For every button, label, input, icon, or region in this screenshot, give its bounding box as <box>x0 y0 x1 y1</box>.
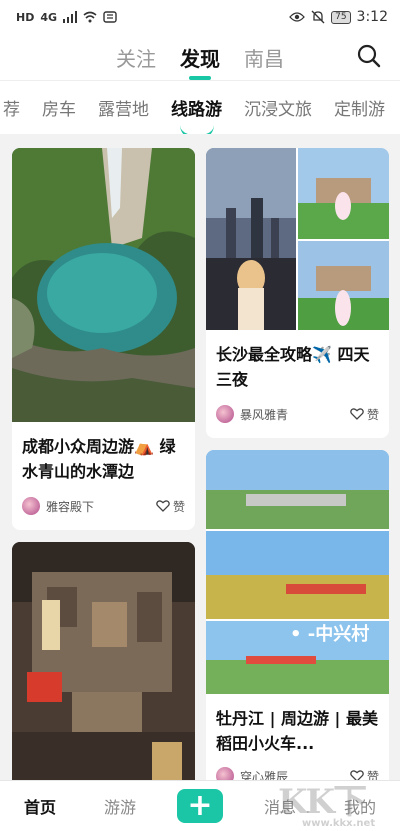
avatar[interactable] <box>22 497 40 515</box>
nav-publish[interactable]: + <box>160 789 240 823</box>
wifi-icon <box>83 11 97 23</box>
tab-nanchang[interactable]: 南昌 <box>244 43 284 72</box>
category-bar: 荐 房车 露营地 线路游 沉浸文旅 定制游 <box>0 80 400 134</box>
search-icon[interactable] <box>356 43 382 69</box>
top-tab-bar: 关注 发现 南昌 <box>0 34 400 80</box>
post-meta: 暴风雅青 赞 <box>216 404 379 424</box>
battery-indicator: 75 <box>331 10 351 24</box>
post-title: 长沙最全攻略✈️ 四天三夜 <box>216 345 370 389</box>
like-label: 赞 <box>366 407 379 422</box>
status-left: HD 4G <box>16 11 117 24</box>
post-card[interactable] <box>12 542 195 780</box>
signal-label: 4G <box>40 10 58 24</box>
avatar[interactable] <box>216 405 234 423</box>
post-card[interactable]: • -中兴村 牡丹江 | 周边游 | 最美稻田小火车... 穿心雅辰 赞 <box>206 450 389 780</box>
category-rv[interactable]: 房车 <box>31 95 87 120</box>
category-track: 荐 房车 露营地 线路游 沉浸文旅 定制游 <box>0 95 396 120</box>
nav-youyou[interactable]: 游游 <box>80 794 160 818</box>
plus-icon[interactable]: + <box>177 789 223 823</box>
like-label: 赞 <box>172 499 185 514</box>
rice-field-photo <box>206 450 389 694</box>
watermark: KK下载 www.kkx.net <box>278 774 396 830</box>
avatar[interactable] <box>216 767 234 780</box>
status-right: 75 3:12 <box>289 9 388 25</box>
category-route-tour[interactable]: 线路游 <box>160 95 233 120</box>
post-title: 牡丹江 | 周边游 | 最美稻田小火车... <box>216 709 378 753</box>
network-badge: HD <box>16 10 35 24</box>
tab-follow[interactable]: 关注 <box>116 43 156 72</box>
waterfall-photo <box>12 148 195 422</box>
author-name[interactable]: 暴风雅青 <box>240 406 350 423</box>
feed: 成都小众周边游⛺ 绿水青山的水潭边 雅容殿下 赞 长沙最全攻略✈️ 四天三夜 暴… <box>0 134 400 780</box>
like-button[interactable]: 赞 <box>350 406 379 423</box>
nav-home[interactable]: 首页 <box>0 794 80 818</box>
status-bar: HD 4G 75 3:12 <box>0 0 400 34</box>
tab-discover[interactable]: 发现 <box>180 43 220 80</box>
heart-icon <box>350 408 364 420</box>
category-recommend[interactable]: 荐 <box>0 95 31 120</box>
photo-caption: • -中兴村 <box>290 624 370 645</box>
post-meta: 雅容殿下 赞 <box>22 496 185 516</box>
clock: 3:12 <box>356 9 388 25</box>
heart-icon <box>156 500 170 512</box>
watermark-url: www.kkx.net <box>302 818 376 829</box>
signal-icon <box>63 11 78 23</box>
author-name[interactable]: 雅容殿下 <box>46 498 156 515</box>
like-button[interactable]: 赞 <box>156 498 185 515</box>
post-card[interactable]: 成都小众周边游⛺ 绿水青山的水潭边 雅容殿下 赞 <box>12 148 195 530</box>
eye-icon <box>289 12 305 22</box>
post-card[interactable]: 长沙最全攻略✈️ 四天三夜 暴风雅青 赞 <box>206 148 389 438</box>
changsha-photo <box>206 148 389 330</box>
post-title: 成都小众周边游⛺ 绿水青山的水潭边 <box>22 437 176 481</box>
app-notification-icon <box>103 11 117 23</box>
category-campsite[interactable]: 露营地 <box>87 95 160 120</box>
mute-icon <box>311 10 325 24</box>
category-immersive[interactable]: 沉浸文旅 <box>233 95 323 120</box>
old-town-photo <box>12 542 195 780</box>
category-custom[interactable]: 定制游 <box>323 95 396 120</box>
